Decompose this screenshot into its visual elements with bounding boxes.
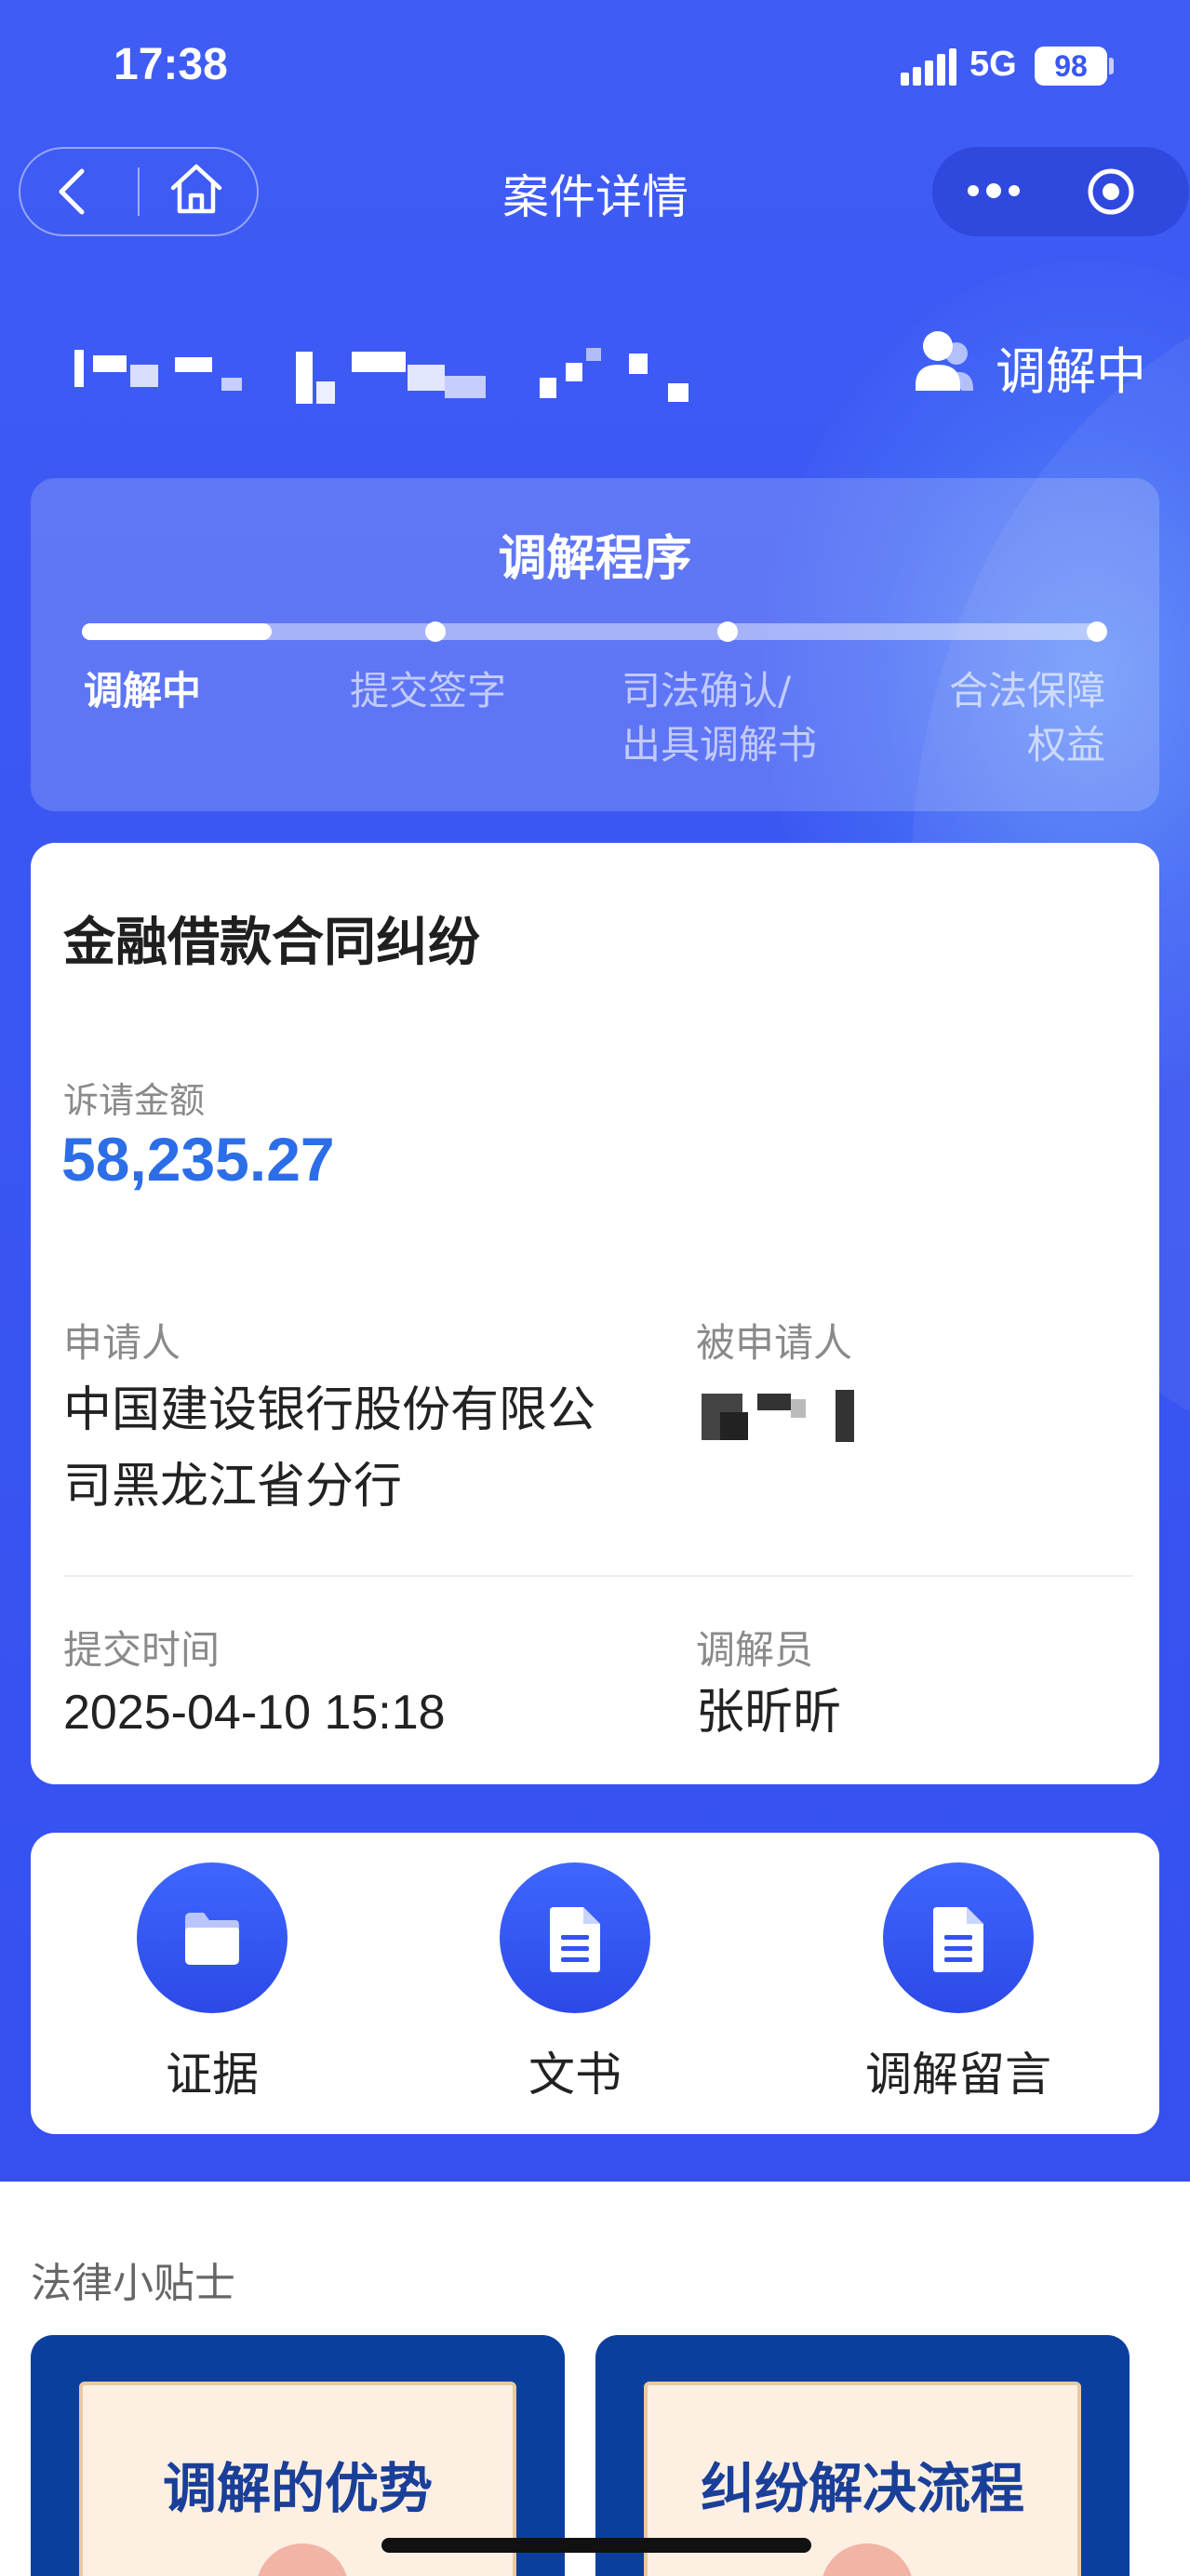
document-icon (933, 1907, 983, 1972)
tip-icon (256, 2543, 349, 2576)
folder-icon (185, 1913, 239, 1965)
progress-dot (717, 621, 738, 642)
submit-time-label: 提交时间 (63, 1627, 221, 1673)
mediation-message-button[interactable] (883, 1862, 1034, 2013)
close-miniprogram-icon[interactable] (1085, 166, 1137, 218)
step-protect: 合法保障 权益 (948, 668, 1105, 767)
page-title: 案件详情 (502, 170, 689, 224)
progress-fill (82, 623, 272, 640)
submit-time: 2025-04-10 15:18 (63, 1686, 446, 1740)
claim-amount: 58,235.27 (61, 1125, 335, 1194)
status-time: 17:38 (114, 40, 228, 89)
step-sign: 提交签字 (350, 668, 507, 714)
document-icon (550, 1907, 600, 1972)
case-name-redacted (73, 344, 705, 419)
case-status: 调解中 (996, 342, 1146, 401)
tip-title: 纠纷解决流程 (700, 2457, 1024, 2520)
respondent-redacted (702, 1386, 860, 1448)
progress-dot (1087, 621, 1107, 642)
case-type: 金融借款合同纠纷 (63, 913, 480, 973)
home-icon[interactable] (166, 158, 227, 220)
legal-tips-heading: 法律小贴士 (31, 2260, 235, 2307)
documents-button[interactable] (500, 1862, 650, 2013)
home-indicator (381, 2538, 811, 2553)
back-icon[interactable] (47, 166, 102, 218)
documents-label[interactable]: 文书 (426, 2037, 724, 2104)
amount-label: 诉请金额 (63, 1080, 206, 1121)
battery-icon: 98 (1035, 47, 1107, 86)
more-icon[interactable] (964, 177, 1025, 205)
mediator-name: 张昕昕 (696, 1685, 842, 1741)
applicant-label: 申请人 (63, 1320, 181, 1366)
applicant-name: 中国建设银行股份有限公 司黑龙江省分行 (63, 1382, 596, 1515)
respondent-label: 被申请人 (696, 1320, 853, 1366)
procedure-title: 调解程序 (498, 531, 692, 587)
step-judicial: 司法确认/ 出具调解书 (622, 668, 818, 767)
network-type: 5G (969, 45, 1017, 84)
mediation-message-label[interactable]: 调解留言 (809, 2037, 1107, 2104)
tip-title: 调解的优势 (162, 2457, 433, 2520)
signal-icon (901, 48, 956, 86)
progress-dot (425, 621, 446, 642)
tip-icon (821, 2543, 914, 2576)
mediator-label: 调解员 (696, 1627, 814, 1673)
evidence-label[interactable]: 证据 (63, 2037, 361, 2104)
step-mediating: 调解中 (84, 668, 202, 714)
user-status-icon (916, 329, 975, 393)
evidence-button[interactable] (137, 1862, 287, 2013)
